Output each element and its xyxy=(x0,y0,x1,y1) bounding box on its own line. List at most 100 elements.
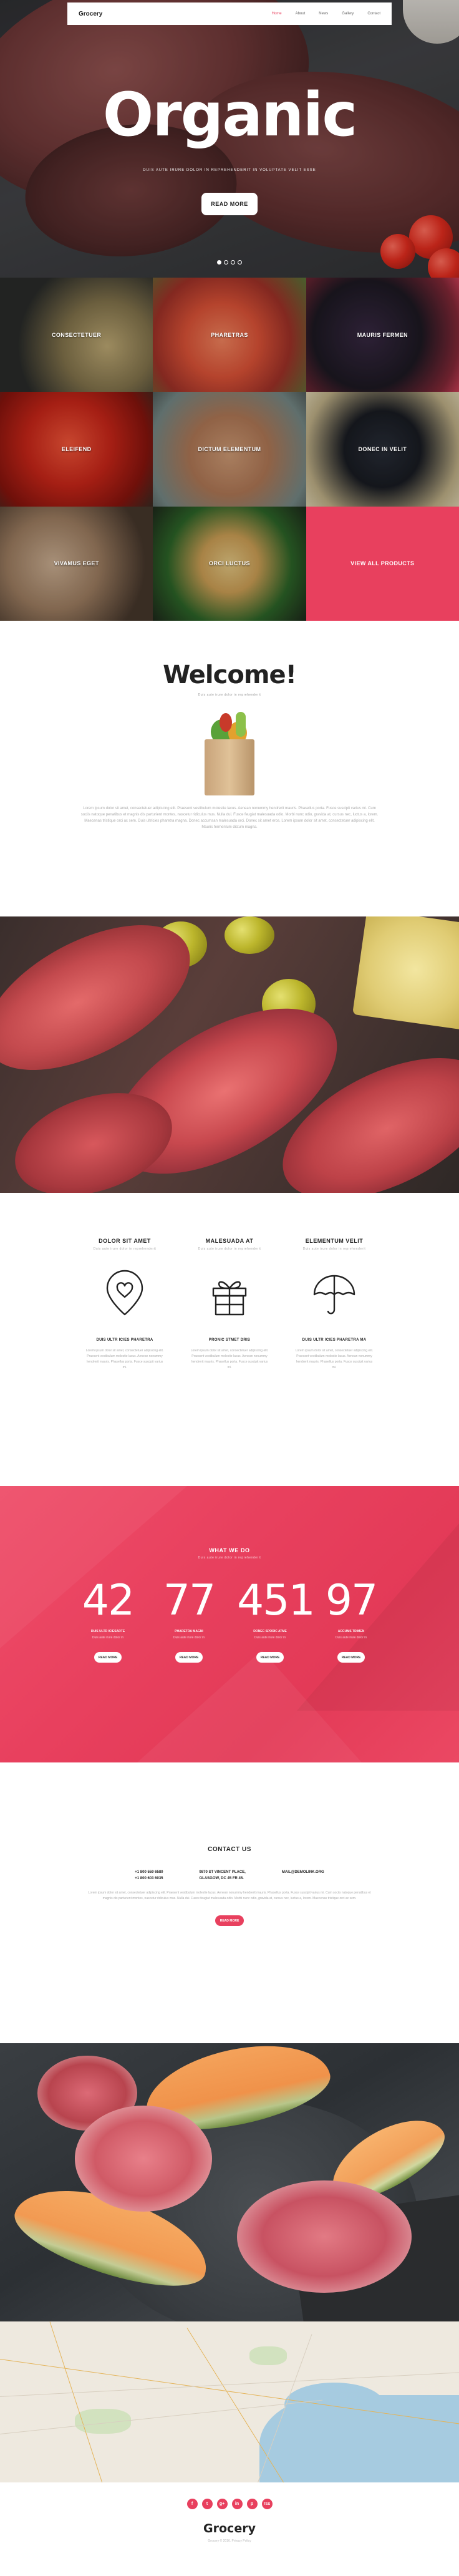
category-label: MAURIS FERMEN xyxy=(357,331,408,338)
linkedin-icon[interactable]: in xyxy=(231,2499,243,2509)
slider-pagination xyxy=(0,260,459,265)
read-more-button[interactable]: READ MORE xyxy=(201,193,258,215)
copyright-text: Grocery © 2016. Privacy Policy xyxy=(208,2539,251,2543)
facebook-icon[interactable]: f xyxy=(186,2499,198,2509)
contact-address: 9870 ST VINCENT PLACE, GLASGOW, DC 45 FR… xyxy=(200,1869,246,1882)
feature-text: Lorem ipsum dolor sit amet, consectetuer… xyxy=(85,1349,164,1369)
contact-read-more-button[interactable]: READ MORE xyxy=(215,1915,244,1926)
stat-number: 97 xyxy=(325,1576,379,1625)
category-tile-dictum-elementum[interactable]: DICTUM ELEMENTUM xyxy=(153,392,306,507)
stats-tagline: Duis aute irure dolor in reprehenderit xyxy=(198,1556,261,1560)
stat-read-more-button[interactable]: READ MORE xyxy=(175,1652,203,1663)
category-tile-orci-luctus[interactable]: ORCI LUCTUS xyxy=(153,506,306,621)
category-label: PHARETRAS xyxy=(211,331,248,338)
feature-title: MALESUADA AT xyxy=(205,1238,254,1244)
slider-dot-4[interactable] xyxy=(238,260,242,265)
feature-tagline: Duis aute irure dolor in reprehenderit xyxy=(93,1247,157,1251)
stat-number: 451 xyxy=(237,1576,316,1625)
feature-subtitle: DUIS ULTR ICIES PHARETRA MA xyxy=(302,1338,367,1342)
pinterest-icon[interactable]: p xyxy=(246,2499,258,2509)
category-label: VIVAMUS EGET xyxy=(54,560,99,567)
feature-card-1: DOLOR SIT AMET Duis aute irure dolor in … xyxy=(85,1238,165,1486)
category-tile-mauris-fermen[interactable]: MAURIS FERMEN xyxy=(306,278,459,392)
google-plus-icon[interactable]: g+ xyxy=(216,2499,228,2509)
hero-title: Organic xyxy=(102,80,358,150)
slider-dot-2[interactable] xyxy=(224,260,228,265)
map-water-2 xyxy=(284,2383,384,2426)
rss-icon[interactable]: rss xyxy=(261,2499,273,2509)
contact-email: MAIL@DEMOLINK.ORG xyxy=(282,1869,324,1882)
map-pin-heart-icon xyxy=(100,1270,150,1320)
contact-text: Lorem ipsum dolor sit amet, consectetuer… xyxy=(88,1891,371,1900)
stat-read-more-button[interactable]: READ MORE xyxy=(94,1652,122,1663)
map-road-2 xyxy=(49,2321,109,2482)
gift-icon xyxy=(205,1270,254,1320)
hero-subtitle: DUIS AUTE IRURE DOLOR IN REPREHENDERIT I… xyxy=(143,168,316,172)
feature-title: DOLOR SIT AMET xyxy=(99,1238,151,1244)
map-road-6 xyxy=(0,2371,459,2397)
location-map[interactable] xyxy=(0,2321,459,2482)
social-links: f t g+ in p rss xyxy=(0,2499,459,2509)
contact-section: CONTACT US +1 800 559 6580 +1 800 603 60… xyxy=(0,1762,459,2043)
stat-label: DUIS ULTR ICIESARTE xyxy=(90,1630,125,1633)
view-all-products-label: VIEW ALL PRODUCTS xyxy=(350,560,415,567)
category-label: ELEIFEND xyxy=(61,445,92,452)
stat-read-more-button[interactable]: READ MORE xyxy=(256,1652,284,1663)
feature-card-3: ELEMENTUM VELIT Duis aute irure dolor in… xyxy=(294,1238,374,1486)
category-tile-eleifend[interactable]: ELEIFEND xyxy=(0,392,153,507)
stat-label: DONEC SPORIC ATME xyxy=(253,1630,287,1633)
grocery-bag-image xyxy=(192,708,267,795)
twitter-icon[interactable]: t xyxy=(201,2499,213,2509)
contact-title: CONTACT US xyxy=(208,1846,251,1853)
contact-phones: +1 800 559 6580 +1 800 603 6035 xyxy=(135,1869,163,1882)
category-tile-donec-in-velit[interactable]: DONEC IN VELIT xyxy=(306,392,459,507)
nav-item-news[interactable]: News xyxy=(319,12,328,16)
category-label: DONEC IN VELIT xyxy=(358,445,407,452)
feature-tagline: Duis aute irure dolor in reprehenderit xyxy=(198,1247,261,1251)
cheese-image xyxy=(352,916,459,1030)
phone-number-1[interactable]: +1 800 559 6580 xyxy=(135,1869,163,1875)
bag-tomato xyxy=(220,713,232,732)
stat-number: 42 xyxy=(82,1576,135,1625)
view-all-products-tile[interactable]: VIEW ALL PRODUCTS xyxy=(306,506,459,621)
stat-sub: Duis aute irure dolor in xyxy=(254,1636,286,1640)
hero-section: Grocery Home About News Gallery Contact … xyxy=(0,0,459,278)
category-tile-vivamus-eget[interactable]: VIVAMUS EGET xyxy=(0,506,153,621)
phone-number-2[interactable]: +1 800 603 6035 xyxy=(135,1875,163,1882)
footer: f t g+ in p rss Grocery Grocery © 2016. … xyxy=(0,2482,459,2576)
feature-card-2: MALESUADA AT Duis aute irure dolor in re… xyxy=(190,1238,269,1486)
stat-item-1: 42 DUIS ULTR ICIESARTE Duis aute irure d… xyxy=(75,1576,141,1663)
feature-subtitle: PRONIC STMET DRIS xyxy=(208,1338,251,1342)
stat-item-2: 77 PHARETRA MAGNI Duis aute irure dolor … xyxy=(156,1576,222,1663)
paper-bag xyxy=(205,739,254,795)
header-logo[interactable]: Grocery xyxy=(79,11,102,17)
slider-dot-1[interactable] xyxy=(217,260,221,265)
footer-logo[interactable]: Grocery xyxy=(0,2522,459,2535)
welcome-text: Lorem ipsum dolor sit amet, consectetuer… xyxy=(80,807,379,829)
nav-item-gallery[interactable]: Gallery xyxy=(342,12,354,16)
stat-sub: Duis aute irure dolor in xyxy=(173,1636,205,1640)
category-tile-consectetuer[interactable]: CONSECTETUER xyxy=(0,278,153,392)
stat-number: 77 xyxy=(163,1576,216,1625)
melon-prosciutto-photo xyxy=(0,2043,459,2321)
feature-text: Lorem ipsum dolor sit amet, consectetuer… xyxy=(190,1349,269,1369)
stat-item-4: 97 ACCUMS TRIMEN Duis aute irure dolor i… xyxy=(318,1576,384,1663)
stat-label: ACCUMS TRIMEN xyxy=(337,1630,365,1633)
email-link[interactable]: MAIL@DEMOLINK.ORG xyxy=(282,1869,324,1875)
address-line-1: 9870 ST VINCENT PLACE, xyxy=(199,1870,246,1874)
prosciutto-photo xyxy=(0,916,459,1193)
stat-read-more-button[interactable]: READ MORE xyxy=(337,1652,365,1663)
olive-image-2 xyxy=(225,916,274,954)
nav-item-home[interactable]: Home xyxy=(272,12,282,16)
umbrella-icon xyxy=(309,1270,359,1320)
slider-dot-3[interactable] xyxy=(231,260,235,265)
feature-tagline: Duis aute irure dolor in reprehenderit xyxy=(302,1247,366,1251)
nav-item-about[interactable]: About xyxy=(296,12,306,16)
bag-celery xyxy=(236,712,246,737)
nav-item-contact[interactable]: Contact xyxy=(367,12,380,16)
stat-sub: Duis aute irure dolor in xyxy=(335,1636,367,1640)
stat-row: 42 DUIS ULTR ICIESARTE Duis aute irure d… xyxy=(0,1576,459,1663)
category-tile-pharetras[interactable]: PHARETRAS xyxy=(153,278,306,392)
stats-content: WHAT WE DO Duis aute irure dolor in repr… xyxy=(0,1486,459,1663)
welcome-section: Welcome! Duis aute irure dolor in repreh… xyxy=(0,621,459,916)
